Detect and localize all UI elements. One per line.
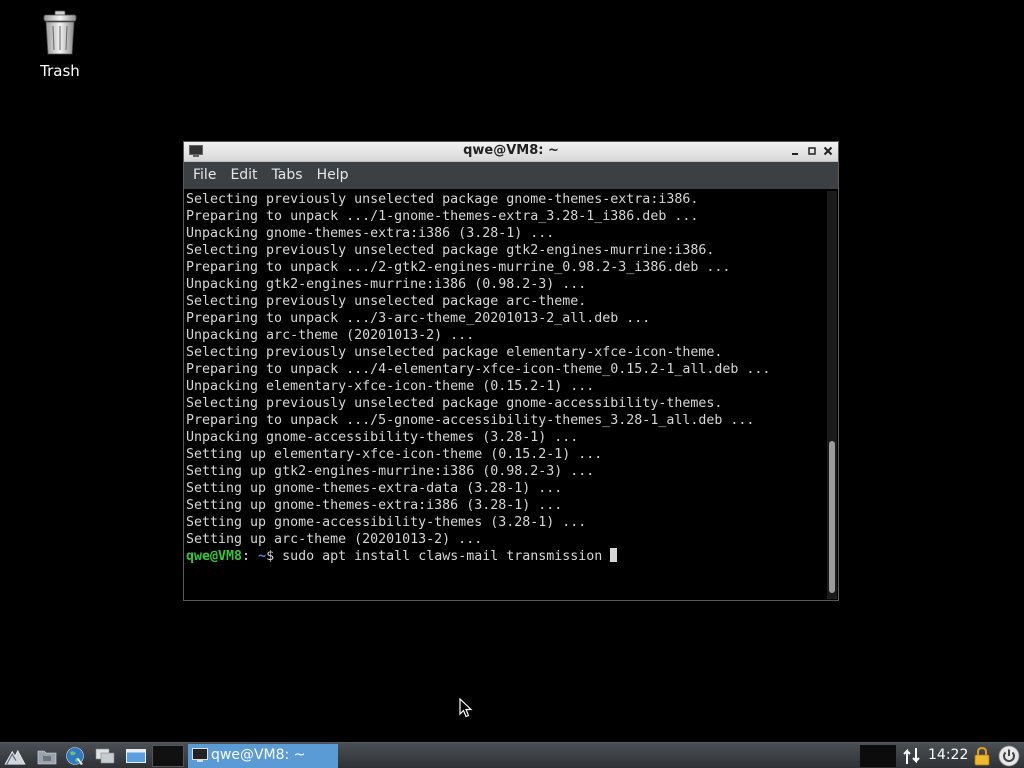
- terminal-line: Setting up gnome-themes-extra:i386 (3.28…: [186, 498, 563, 513]
- terminal-line: Selecting previously unselected package …: [186, 396, 723, 411]
- close-button[interactable]: [821, 144, 835, 158]
- terminal-output[interactable]: Selecting previously unselected package …: [186, 191, 826, 599]
- clock[interactable]: 14:22: [928, 747, 968, 763]
- desktop-icon-label: Trash: [40, 62, 80, 80]
- terminal-line: Unpacking elementary-xfce-icon-theme (0.…: [186, 379, 595, 394]
- terminal-line: Preparing to unpack .../3-arc-theme_2020…: [186, 311, 651, 326]
- terminal-line: Unpacking gtk2-engines-murrine:i386 (0.9…: [186, 277, 587, 292]
- terminal-line: Setting up gnome-accessibility-themes (3…: [186, 515, 587, 530]
- desktop: Trash qwe@VM8: ~ File Edit Tabs Help Select…: [0, 0, 1024, 742]
- desktop-icon-trash[interactable]: Trash: [28, 10, 92, 80]
- show-desktop-icon[interactable]: [94, 746, 116, 766]
- terminal-line: Unpacking gnome-accessibility-themes (3.…: [186, 430, 579, 445]
- start-menu-icon[interactable]: [4, 746, 26, 766]
- menu-tabs[interactable]: Tabs: [265, 162, 310, 189]
- terminal-line: Setting up arc-theme (20201013-2) ...: [186, 532, 483, 547]
- terminal-line: Selecting previously unselected package …: [186, 294, 587, 309]
- text-cursor: [610, 548, 618, 562]
- prompt-user-host: qwe@VM8: [186, 549, 243, 564]
- prompt-command: sudo apt install claws-mail transmission: [274, 549, 611, 564]
- tray-placeholder: [860, 745, 896, 767]
- menu-file[interactable]: File: [186, 162, 223, 189]
- power-icon[interactable]: [998, 745, 1020, 767]
- window-title: qwe@VM8: ~: [463, 143, 559, 158]
- terminal-line: Preparing to unpack .../2-gtk2-engines-m…: [186, 260, 731, 275]
- window-icon[interactable]: [125, 746, 147, 766]
- window-titlebar[interactable]: qwe@VM8: ~: [184, 142, 838, 162]
- terminal-line: Preparing to unpack .../1-gnome-themes-e…: [186, 209, 699, 224]
- terminal-line: Preparing to unpack .../5-gnome-accessib…: [186, 413, 755, 428]
- minimize-button[interactable]: [788, 144, 802, 158]
- terminal-line: Setting up elementary-xfce-icon-theme (0…: [186, 447, 603, 462]
- terminal-line: Selecting previously unselected package …: [186, 192, 699, 207]
- menu-help[interactable]: Help: [310, 162, 356, 189]
- menubar: File Edit Tabs Help: [184, 162, 838, 189]
- terminal-window[interactable]: qwe@VM8: ~ File Edit Tabs Help Selecting pr…: [183, 141, 839, 601]
- prompt-line[interactable]: qwe@VM8: ~$ sudo apt install claws-mail …: [186, 548, 826, 565]
- terminal-line: Preparing to unpack .../4-elementary-xfc…: [186, 362, 771, 377]
- mouse-pointer-icon: [459, 698, 473, 718]
- prompt-path: ~: [250, 549, 267, 564]
- taskbar-task-terminal[interactable]: qwe@VM8: ~: [188, 744, 338, 768]
- maximize-button[interactable]: [805, 144, 819, 158]
- lock-icon[interactable]: [973, 746, 991, 766]
- close-icon: [823, 146, 833, 156]
- maximize-icon: [808, 147, 816, 155]
- terminal-line: Unpacking gnome-themes-extra:i386 (3.28-…: [186, 226, 555, 241]
- taskbar: qwe@VM8: ~ 14:22: [0, 742, 1024, 768]
- prompt-separator: :: [242, 549, 251, 564]
- terminal-line: Setting up gtk2-engines-murrine:i386 (0.…: [186, 464, 595, 479]
- terminal-line: Setting up gnome-themes-extra-data (3.28…: [186, 481, 563, 496]
- web-browser-icon[interactable]: [64, 746, 86, 766]
- scrollbar-thumb[interactable]: [829, 441, 835, 593]
- terminal-line: Unpacking arc-theme (20201013-2) ...: [186, 328, 475, 343]
- prompt-symbol: $: [266, 549, 275, 564]
- trash-icon: [43, 10, 77, 55]
- terminal-scrollbar[interactable]: [827, 191, 837, 599]
- terminal-line: Selecting previously unselected package …: [186, 345, 723, 360]
- file-manager-icon[interactable]: [36, 746, 58, 766]
- task-label: qwe@VM8: ~: [211, 747, 306, 763]
- workspace-switcher[interactable]: [152, 745, 184, 767]
- network-icon[interactable]: [902, 746, 922, 766]
- minimize-icon: [792, 153, 798, 155]
- terminal-task-icon: [192, 748, 208, 762]
- menu-edit[interactable]: Edit: [223, 162, 264, 189]
- terminal-line: Selecting previously unselected package …: [186, 243, 715, 258]
